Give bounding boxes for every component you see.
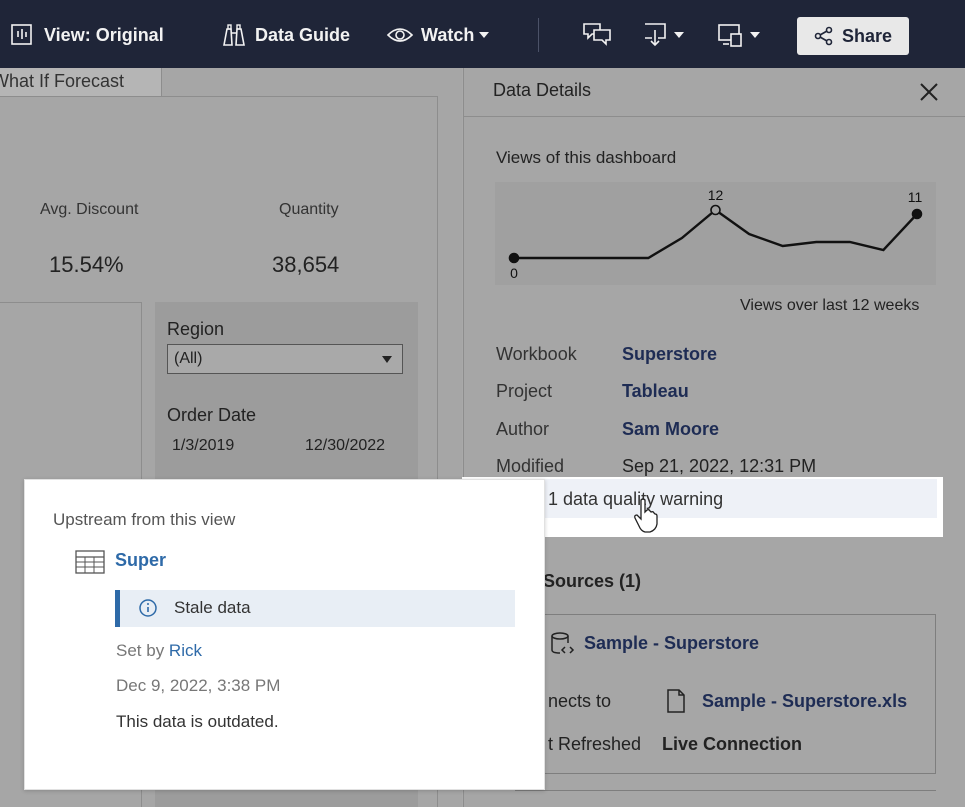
refreshed-label: t Refreshed bbox=[548, 734, 642, 754]
tab-divider bbox=[162, 96, 437, 97]
popup-heading: Upstream from this view bbox=[53, 510, 236, 529]
project-link[interactable]: Tableau bbox=[622, 381, 689, 402]
region-filter-value: (All) bbox=[174, 350, 203, 367]
set-by-line: Set by Rick bbox=[116, 641, 202, 661]
file-icon bbox=[667, 689, 685, 713]
author-label: Author bbox=[496, 419, 550, 439]
views-peak-point bbox=[710, 204, 721, 216]
top-toolbar: View: Original Data Guide Watch Share bbox=[0, 0, 965, 68]
upstream-asset-link[interactable]: Super bbox=[115, 550, 166, 571]
device-layout-button[interactable] bbox=[717, 22, 761, 48]
modified-label: Modified bbox=[496, 456, 565, 476]
upstream-popup: Upstream from this view Super Stale data… bbox=[24, 479, 545, 790]
comments-button[interactable] bbox=[582, 22, 612, 48]
data-details-title: Data Details bbox=[493, 80, 592, 100]
panel-header-divider bbox=[463, 116, 965, 117]
set-by-user-link[interactable]: Rick bbox=[169, 641, 202, 660]
share-button[interactable]: Share bbox=[797, 17, 909, 55]
views-chart-svg: 0 12 11 bbox=[508, 187, 923, 281]
data-sources-title: Sources (1) bbox=[543, 571, 642, 591]
warning-message: This data is outdated. bbox=[116, 712, 279, 731]
data-source-link[interactable]: Sample - Superstore bbox=[584, 633, 759, 654]
chevron-down-icon bbox=[479, 32, 490, 38]
views-heading: Views of this dashboard bbox=[496, 148, 677, 167]
views-start-point bbox=[508, 252, 520, 264]
connects-to-file[interactable]: Sample - Superstore.xls bbox=[702, 691, 907, 712]
workbook-link[interactable]: Superstore bbox=[622, 344, 717, 365]
region-filter-select[interactable]: (All) bbox=[167, 344, 403, 374]
database-icon bbox=[551, 632, 575, 654]
chevron-down-icon bbox=[750, 32, 760, 38]
eye-icon bbox=[386, 28, 414, 42]
data-quality-warning-row[interactable]: 1 data quality warning bbox=[542, 479, 937, 518]
data-guide-button[interactable]: Data Guide bbox=[221, 22, 350, 48]
download-icon bbox=[645, 23, 666, 47]
author-link[interactable]: Sam Moore bbox=[622, 419, 719, 440]
tab-what-if-forecast[interactable]: What If Forecast bbox=[0, 68, 162, 97]
refreshed-value: Live Connection bbox=[662, 734, 803, 754]
view-label: View: Original bbox=[44, 24, 164, 45]
project-label: Project bbox=[496, 381, 553, 401]
device-icon bbox=[718, 24, 742, 47]
table-icon bbox=[75, 550, 105, 574]
views-peak-label: 12 bbox=[708, 187, 724, 203]
views-end-label: 11 bbox=[908, 189, 923, 205]
chevron-down-icon bbox=[674, 32, 684, 38]
dropdown-caret-icon bbox=[382, 356, 392, 363]
share-icon bbox=[814, 26, 833, 46]
workbook-label: Workbook bbox=[496, 344, 577, 364]
binoculars-icon bbox=[223, 24, 245, 46]
data-guide-label: Data Guide bbox=[255, 24, 351, 45]
kpi-quantity-label: Quantity bbox=[279, 201, 339, 218]
connects-to-label: nects to bbox=[548, 691, 612, 711]
region-filter-label: Region bbox=[167, 319, 225, 339]
views-end-point bbox=[911, 208, 923, 220]
toolbar-divider bbox=[538, 18, 539, 52]
kpi-quantity-value: 38,654 bbox=[272, 252, 340, 277]
order-date-start: 1/3/2019 bbox=[172, 437, 235, 454]
comments-icon bbox=[583, 23, 611, 46]
download-button[interactable] bbox=[643, 22, 685, 48]
view-original-button[interactable]: View: Original bbox=[10, 22, 164, 48]
watch-label: Watch bbox=[421, 24, 475, 45]
modified-value: Sep 21, 2022, 12:31 PM bbox=[622, 456, 817, 476]
stale-data-label: Stale data bbox=[174, 598, 251, 617]
kpi-avg-discount-label: Avg. Discount bbox=[40, 201, 139, 218]
kpi-avg-discount-value: 15.54% bbox=[49, 252, 124, 277]
pointer-cursor-icon bbox=[634, 498, 658, 533]
panel-bottom-divider bbox=[515, 790, 936, 791]
views-series-line bbox=[514, 208, 918, 260]
close-icon[interactable] bbox=[917, 80, 941, 104]
views-chart: 0 12 11 bbox=[495, 182, 936, 285]
tab-label: What If Forecast bbox=[0, 71, 125, 91]
set-by-prefix: Set by bbox=[116, 641, 169, 660]
watch-button[interactable]: Watch bbox=[386, 22, 490, 48]
views-chart-caption: Views over last 12 weeks bbox=[740, 297, 920, 314]
stale-data-warning: Stale data bbox=[115, 590, 515, 627]
views-start-label: 0 bbox=[510, 265, 518, 281]
share-label: Share bbox=[841, 25, 893, 46]
order-date-label: Order Date bbox=[167, 405, 257, 425]
order-date-end: 12/30/2022 bbox=[305, 437, 386, 454]
view-icon bbox=[11, 24, 32, 45]
info-icon bbox=[139, 599, 157, 617]
warning-date: Dec 9, 2022, 3:38 PM bbox=[116, 676, 281, 695]
